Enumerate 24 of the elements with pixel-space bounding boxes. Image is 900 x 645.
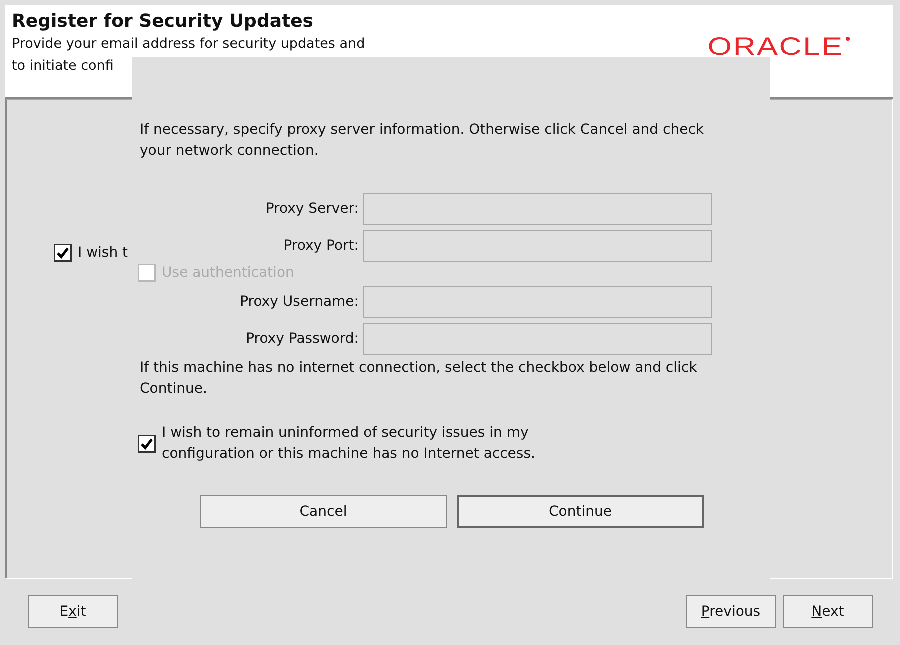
checkbox-label: I wish to remain uninformed of security issues in my configuration or this machine has no Internet access.	[162, 424, 536, 464]
dialog-button[interactable]: Continue	[457, 495, 704, 528]
page-title: Register for Security Updates	[12, 11, 314, 32]
input-field[interactable]	[363, 230, 712, 262]
description-line: Provide your email address for security updates and	[12, 35, 366, 54]
description-line: to initiate confi	[12, 57, 115, 76]
dialog-button[interactable]: Cancel	[200, 495, 447, 528]
input-field[interactable]	[363, 323, 712, 355]
field-label: Proxy Password:	[245, 331, 359, 347]
checkbox[interactable]	[54, 244, 72, 262]
checkbox[interactable]	[138, 435, 156, 453]
field-label: Proxy Server:	[264, 201, 359, 217]
checkbox-label: I wish t	[78, 245, 128, 261]
input-field[interactable]	[363, 286, 712, 318]
nav-button[interactable]: Exit	[28, 595, 118, 628]
registered-mark-icon	[846, 37, 850, 41]
field-label: Proxy Port:	[282, 238, 359, 254]
nav-button[interactable]: Previous	[686, 595, 776, 628]
instruction-text: If this machine has no internet connection, select the checkbox below and click Continue.	[140, 359, 698, 399]
instruction-text: If necessary, specify proxy server information. Otherwise click Cancel and check your network connection.	[140, 121, 706, 161]
input-field[interactable]	[363, 193, 712, 225]
nav-button[interactable]: Next	[783, 595, 873, 628]
logo: ORACLE	[708, 35, 844, 59]
field-label: Proxy Username:	[239, 294, 359, 310]
